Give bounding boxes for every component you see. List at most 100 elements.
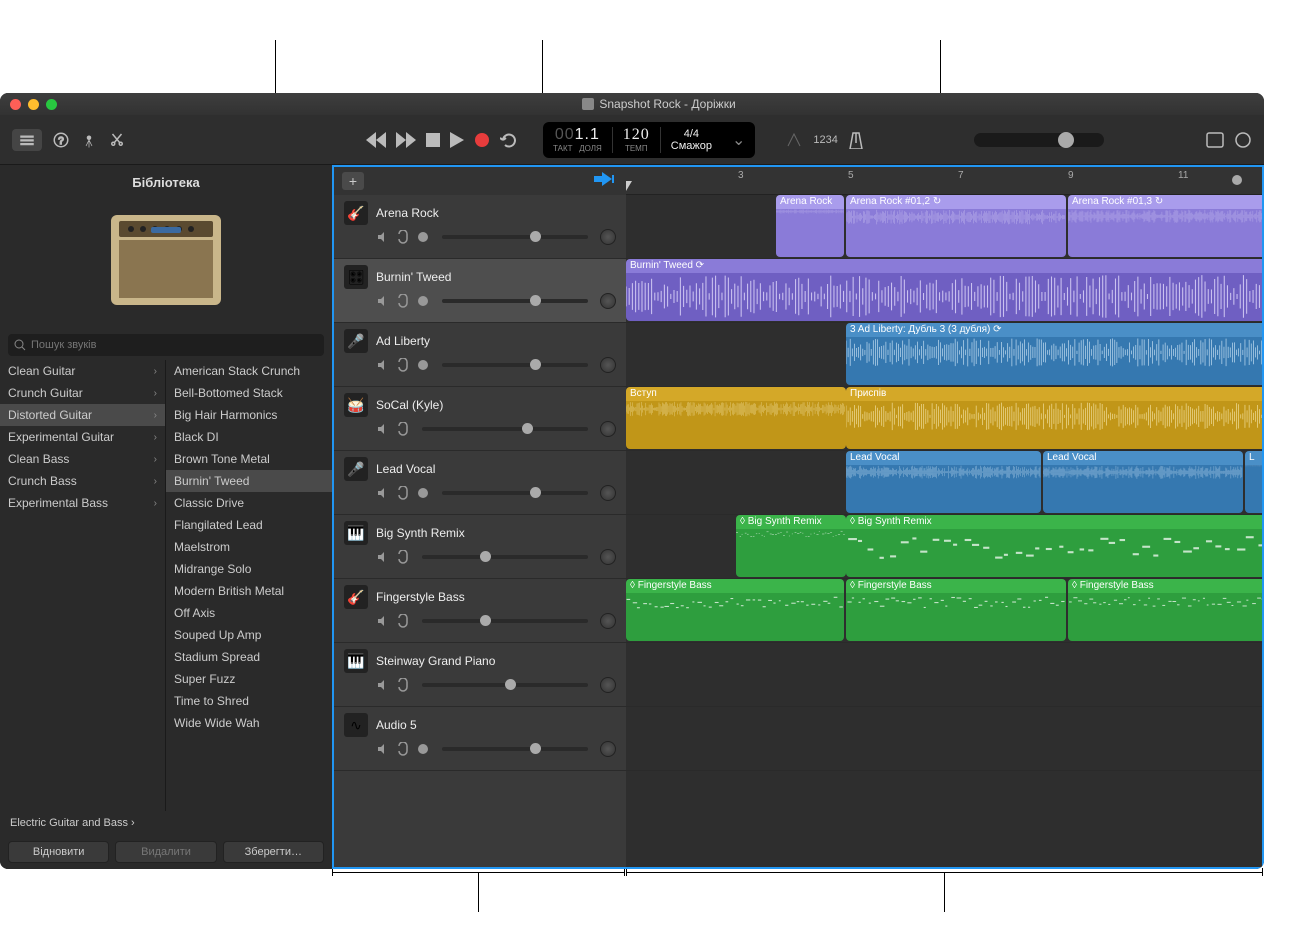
metronome-button[interactable]: [848, 131, 864, 149]
tempo-value[interactable]: 120: [623, 126, 650, 144]
timeline-lane[interactable]: Lead VocalLead VocalL: [626, 451, 1262, 515]
region[interactable]: L: [1245, 451, 1262, 513]
solo-button[interactable]: [396, 230, 410, 244]
rec-enable-button[interactable]: [416, 742, 430, 756]
track-volume-slider[interactable]: [422, 683, 588, 687]
track-pan-knob[interactable]: [600, 613, 616, 629]
mute-button[interactable]: [376, 230, 390, 244]
timeline-lane[interactable]: ◊ Big Synth Remix◊ Big Synth Remix: [626, 515, 1262, 579]
ruler[interactable]: 3 5 7 9 11: [626, 167, 1262, 195]
library-category-list[interactable]: Clean Guitar›Crunch Guitar›Distorted Gui…: [0, 360, 166, 811]
tuner-button[interactable]: [785, 131, 803, 149]
solo-button[interactable]: [396, 486, 410, 500]
play-button[interactable]: [450, 132, 464, 148]
solo-button[interactable]: [396, 742, 410, 756]
library-category-item[interactable]: Distorted Guitar›: [0, 404, 165, 426]
add-track-button[interactable]: +: [342, 172, 364, 190]
library-preset-item[interactable]: American Stack Crunch: [166, 360, 332, 382]
region[interactable]: Lead Vocal: [846, 451, 1041, 513]
mute-button[interactable]: [376, 550, 390, 564]
track-volume-slider[interactable]: [442, 491, 588, 495]
mute-button[interactable]: [376, 294, 390, 308]
playhead-icon[interactable]: [626, 181, 632, 191]
track-header[interactable]: 🎛 Burnin' Tweed: [334, 259, 626, 323]
library-preset-item[interactable]: Brown Tone Metal: [166, 448, 332, 470]
region[interactable]: Burnin' Tweed ⟳: [626, 259, 1262, 321]
minimize-button[interactable]: [28, 99, 39, 110]
mute-button[interactable]: [376, 742, 390, 756]
track-volume-slider[interactable]: [422, 427, 588, 431]
library-preset-item[interactable]: Flangilated Lead: [166, 514, 332, 536]
region[interactable]: Arena Rock: [776, 195, 844, 257]
track-pan-knob[interactable]: [600, 485, 616, 501]
time-signature[interactable]: 4/4: [671, 128, 712, 140]
region[interactable]: Вступ: [626, 387, 846, 449]
track-pan-knob[interactable]: [600, 741, 616, 757]
timeline-lane[interactable]: ВступПриспів: [626, 387, 1262, 451]
region[interactable]: ◊ Big Synth Remix: [846, 515, 1262, 577]
region[interactable]: Arena Rock #01,3 ↻: [1068, 195, 1262, 257]
zoom-thumb[interactable]: [1232, 175, 1242, 185]
timeline-lane[interactable]: Burnin' Tweed ⟳: [626, 259, 1262, 323]
track-volume-slider[interactable]: [442, 363, 588, 367]
library-preset-item[interactable]: Maelstrom: [166, 536, 332, 558]
forward-button[interactable]: [396, 132, 416, 148]
timeline-lane[interactable]: [626, 643, 1262, 707]
quick-help-button[interactable]: ?: [52, 131, 70, 149]
solo-button[interactable]: [396, 614, 410, 628]
region[interactable]: ◊ Fingerstyle Bass: [626, 579, 844, 641]
count-in-button[interactable]: 1234: [813, 134, 837, 146]
library-preset-item[interactable]: Black DI: [166, 426, 332, 448]
rewind-button[interactable]: [366, 132, 386, 148]
library-search-input[interactable]: [31, 339, 318, 351]
library-preset-item[interactable]: Midrange Solo: [166, 558, 332, 580]
track-volume-slider[interactable]: [442, 747, 588, 751]
library-preset-item[interactable]: Time to Shred: [166, 690, 332, 712]
solo-button[interactable]: [396, 678, 410, 692]
library-preset-item[interactable]: Modern British Metal: [166, 580, 332, 602]
track-header[interactable]: 🎸 Arena Rock: [334, 195, 626, 259]
library-category-item[interactable]: Clean Guitar›: [0, 360, 165, 382]
track-header[interactable]: 🎹 Big Synth Remix: [334, 515, 626, 579]
rec-enable-button[interactable]: [416, 294, 430, 308]
timeline-area[interactable]: 3 5 7 9 11 Arena RockArena Rock #01,2 ↻A…: [626, 167, 1262, 867]
library-toggle-button[interactable]: [12, 129, 42, 151]
mute-button[interactable]: [376, 358, 390, 372]
maximize-button[interactable]: [46, 99, 57, 110]
library-preset-item[interactable]: Classic Drive: [166, 492, 332, 514]
timeline-lane[interactable]: Arena RockArena Rock #01,2 ↻Arena Rock #…: [626, 195, 1262, 259]
library-search[interactable]: [8, 334, 324, 356]
library-preset-item[interactable]: Super Fuzz: [166, 668, 332, 690]
track-volume-slider[interactable]: [422, 555, 588, 559]
solo-button[interactable]: [396, 422, 410, 436]
track-header[interactable]: 🎤 Ad Liberty: [334, 323, 626, 387]
master-volume-slider[interactable]: [974, 133, 1104, 147]
solo-button[interactable]: [396, 358, 410, 372]
track-volume-slider[interactable]: [442, 235, 588, 239]
track-pan-knob[interactable]: [600, 229, 616, 245]
library-category-item[interactable]: Clean Bass›: [0, 448, 165, 470]
library-preset-item[interactable]: Off Axis: [166, 602, 332, 624]
track-pan-knob[interactable]: [600, 293, 616, 309]
region[interactable]: Arena Rock #01,2 ↻: [846, 195, 1066, 257]
track-header[interactable]: ∿ Audio 5: [334, 707, 626, 771]
save-button[interactable]: Зберегти…: [223, 841, 324, 863]
library-preset-item[interactable]: Wide Wide Wah: [166, 712, 332, 734]
notepad-button[interactable]: [1206, 132, 1224, 148]
library-preset-item[interactable]: Big Hair Harmonics: [166, 404, 332, 426]
record-button[interactable]: [474, 132, 490, 148]
track-pan-knob[interactable]: [600, 421, 616, 437]
track-pan-knob[interactable]: [600, 357, 616, 373]
library-category-item[interactable]: Crunch Guitar›: [0, 382, 165, 404]
mute-button[interactable]: [376, 422, 390, 436]
track-header[interactable]: 🥁 SoCal (Kyle): [334, 387, 626, 451]
library-preset-list[interactable]: American Stack CrunchBell-Bottomed Stack…: [166, 360, 332, 811]
track-header[interactable]: 🎤 Lead Vocal: [334, 451, 626, 515]
track-header[interactable]: 🎸 Fingerstyle Bass: [334, 579, 626, 643]
library-category-item[interactable]: Crunch Bass›: [0, 470, 165, 492]
stop-button[interactable]: [426, 133, 440, 147]
smart-controls-button[interactable]: [80, 131, 98, 149]
track-volume-slider[interactable]: [422, 619, 588, 623]
restore-button[interactable]: Відновити: [8, 841, 109, 863]
region[interactable]: 3 Ad Liberty: Дубль 3 (3 дубля) ⟳: [846, 323, 1262, 385]
